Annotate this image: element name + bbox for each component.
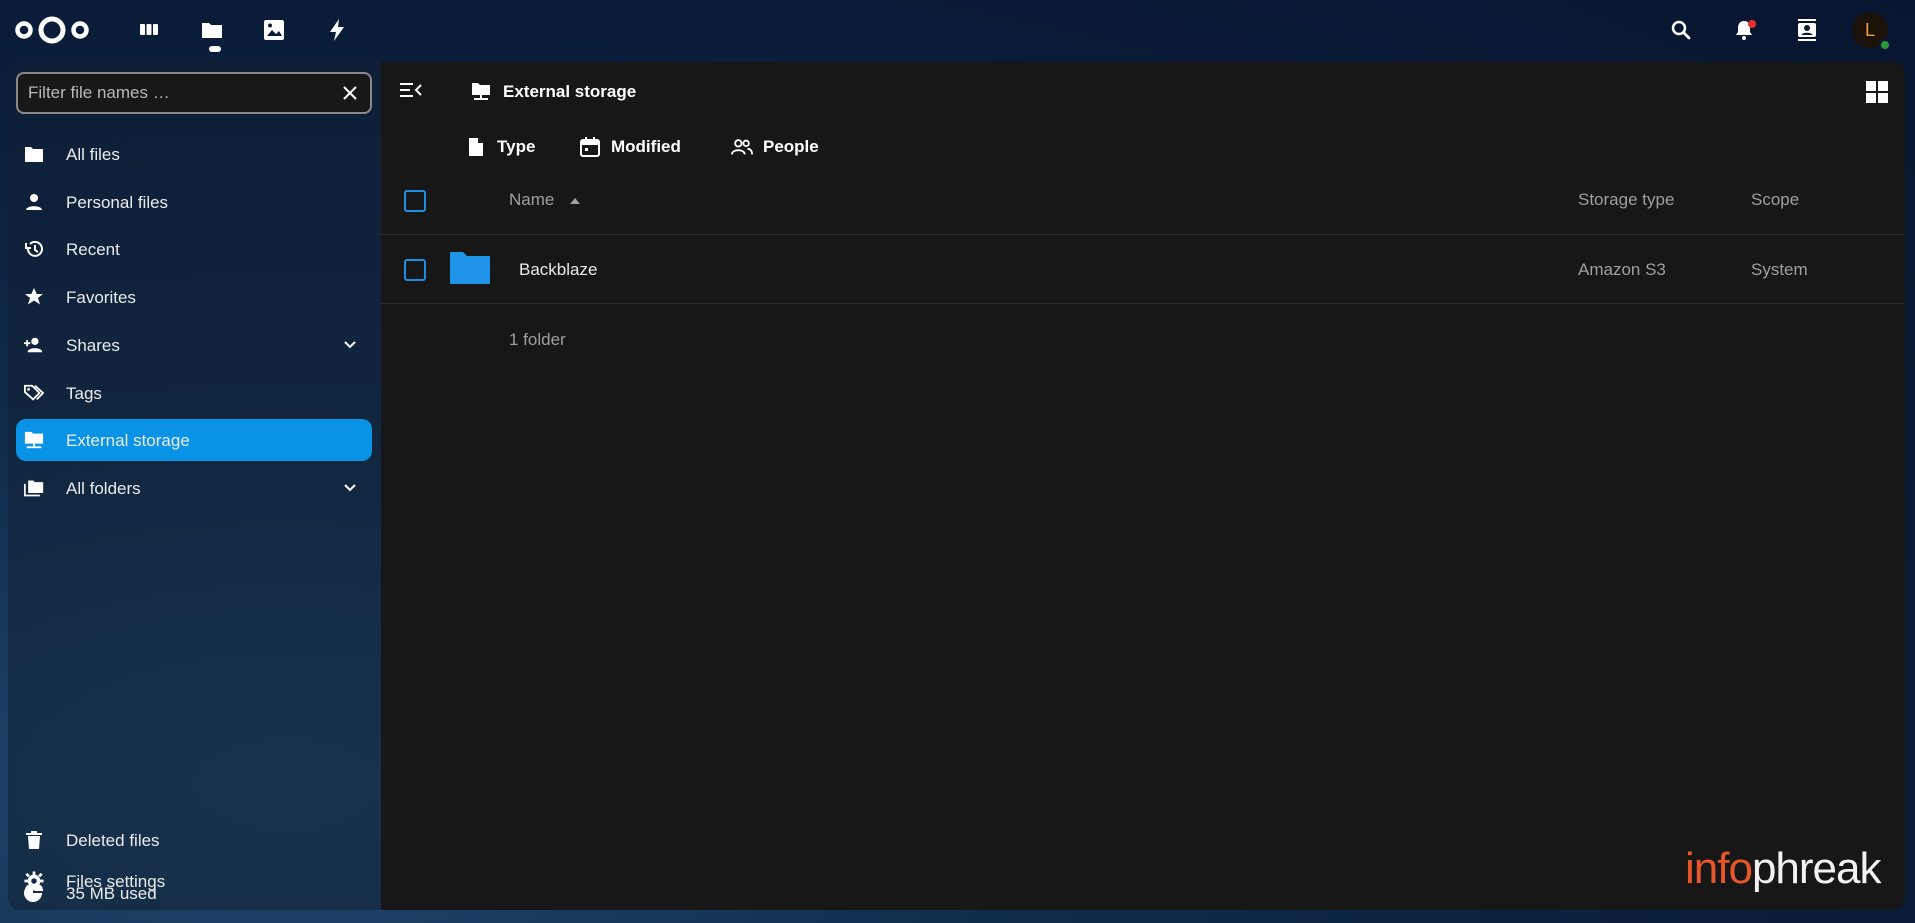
- filter-people-label: People: [763, 137, 819, 156]
- grid-view-icon[interactable]: [1865, 80, 1889, 104]
- search-icon[interactable]: [1665, 14, 1697, 46]
- column-header-name[interactable]: Name: [509, 190, 581, 210]
- sidebar-item-label: External storage: [66, 431, 190, 450]
- main-content: External storage Type Modified People Na…: [381, 62, 1905, 910]
- filter-type-button[interactable]: Type: [465, 132, 535, 162]
- folders-icon: [24, 478, 44, 498]
- filter-type-label: Type: [497, 137, 536, 156]
- sidebar-item-recent[interactable]: Recent: [16, 228, 372, 270]
- sidebar-item-label: Tags: [66, 384, 102, 403]
- close-icon[interactable]: [340, 83, 360, 103]
- chevron-down-icon[interactable]: [342, 337, 358, 353]
- history-icon: [24, 239, 44, 259]
- sidebar: All files Personal files Recent Favorite…: [8, 62, 381, 910]
- file-name[interactable]: Backblaze: [519, 260, 597, 280]
- share-icon: [24, 335, 44, 355]
- chevron-down-icon[interactable]: [342, 480, 358, 496]
- sidebar-item-tags[interactable]: Tags: [16, 372, 372, 414]
- sidebar-item-all-files[interactable]: All files: [16, 133, 372, 175]
- bell-icon[interactable]: [1728, 14, 1760, 46]
- dashboard-icon[interactable]: [133, 14, 165, 46]
- column-header-scope[interactable]: Scope: [1751, 190, 1799, 210]
- files-app-icon[interactable]: [196, 14, 228, 46]
- filter-field[interactable]: [16, 72, 372, 114]
- avatar-letter: L: [1864, 19, 1875, 40]
- filter-input[interactable]: [28, 82, 328, 104]
- sidebar-item-favorites[interactable]: Favorites: [16, 276, 372, 318]
- sidebar-item-shares[interactable]: Shares: [16, 324, 372, 366]
- sidebar-item-deleted-files[interactable]: Deleted files: [16, 819, 372, 861]
- calendar-icon: [579, 136, 601, 158]
- online-status-indicator: [1879, 39, 1891, 51]
- sort-ascending-icon: [570, 197, 581, 204]
- lightning-icon[interactable]: [321, 14, 353, 46]
- image-icon[interactable]: [258, 14, 290, 46]
- star-icon: [24, 287, 44, 307]
- gear-icon: [24, 871, 44, 891]
- row-checkbox[interactable]: [404, 259, 426, 281]
- sidebar-item-label: Files settings: [66, 872, 166, 891]
- column-header-storage-type[interactable]: Storage type: [1578, 190, 1674, 210]
- sidebar-item-label: Recent: [66, 240, 120, 259]
- column-header-name-label: Name: [509, 190, 555, 209]
- storage-type-cell: Amazon S3: [1578, 260, 1666, 279]
- watermark-part2: phreak: [1751, 844, 1882, 893]
- external-storage-icon: [24, 430, 44, 450]
- watermark-part1: info: [1685, 844, 1753, 893]
- filter-modified-button[interactable]: Modified: [579, 132, 681, 162]
- filter-modified-label: Modified: [611, 137, 681, 156]
- contacts-icon[interactable]: [1791, 14, 1823, 46]
- sidebar-item-label: All folders: [66, 479, 141, 498]
- trash-icon: [24, 830, 44, 850]
- sidebar-item-label: Personal files: [66, 193, 169, 212]
- toggle-navigation-icon[interactable]: [399, 80, 423, 100]
- top-header: L: [0, 0, 1915, 62]
- external-storage-icon: [471, 82, 491, 102]
- people-icon: [731, 136, 753, 158]
- sidebar-item-files-settings[interactable]: Files settings: [16, 860, 372, 902]
- notification-badge: [1748, 20, 1756, 28]
- sidebar-item-label: Favorites: [66, 288, 136, 307]
- sidebar-item-label: Shares: [66, 336, 120, 355]
- select-all-checkbox[interactable]: [404, 190, 426, 212]
- person-icon: [24, 192, 44, 212]
- folder-icon: [24, 144, 44, 164]
- sidebar-item-all-folders[interactable]: All folders: [16, 467, 372, 509]
- tag-icon: [24, 383, 44, 403]
- sidebar-item-external-storage[interactable]: External storage: [16, 419, 372, 461]
- filter-people-button[interactable]: People: [731, 132, 819, 162]
- divider: [381, 234, 1905, 235]
- file-icon: [465, 136, 487, 158]
- folder-count-summary: 1 folder: [509, 330, 566, 349]
- infophreak-watermark-logo: infophreak: [1685, 844, 1881, 894]
- sidebar-item-personal-files[interactable]: Personal files: [16, 181, 372, 223]
- breadcrumb[interactable]: External storage: [503, 82, 636, 102]
- scope-cell: System: [1751, 260, 1808, 279]
- sidebar-item-label: All files: [66, 145, 120, 164]
- divider: [381, 303, 1905, 304]
- active-app-indicator: [209, 46, 221, 52]
- nextcloud-logo-icon[interactable]: [12, 12, 92, 48]
- sidebar-item-label: Deleted files: [66, 831, 160, 850]
- folder-icon[interactable]: [449, 251, 491, 287]
